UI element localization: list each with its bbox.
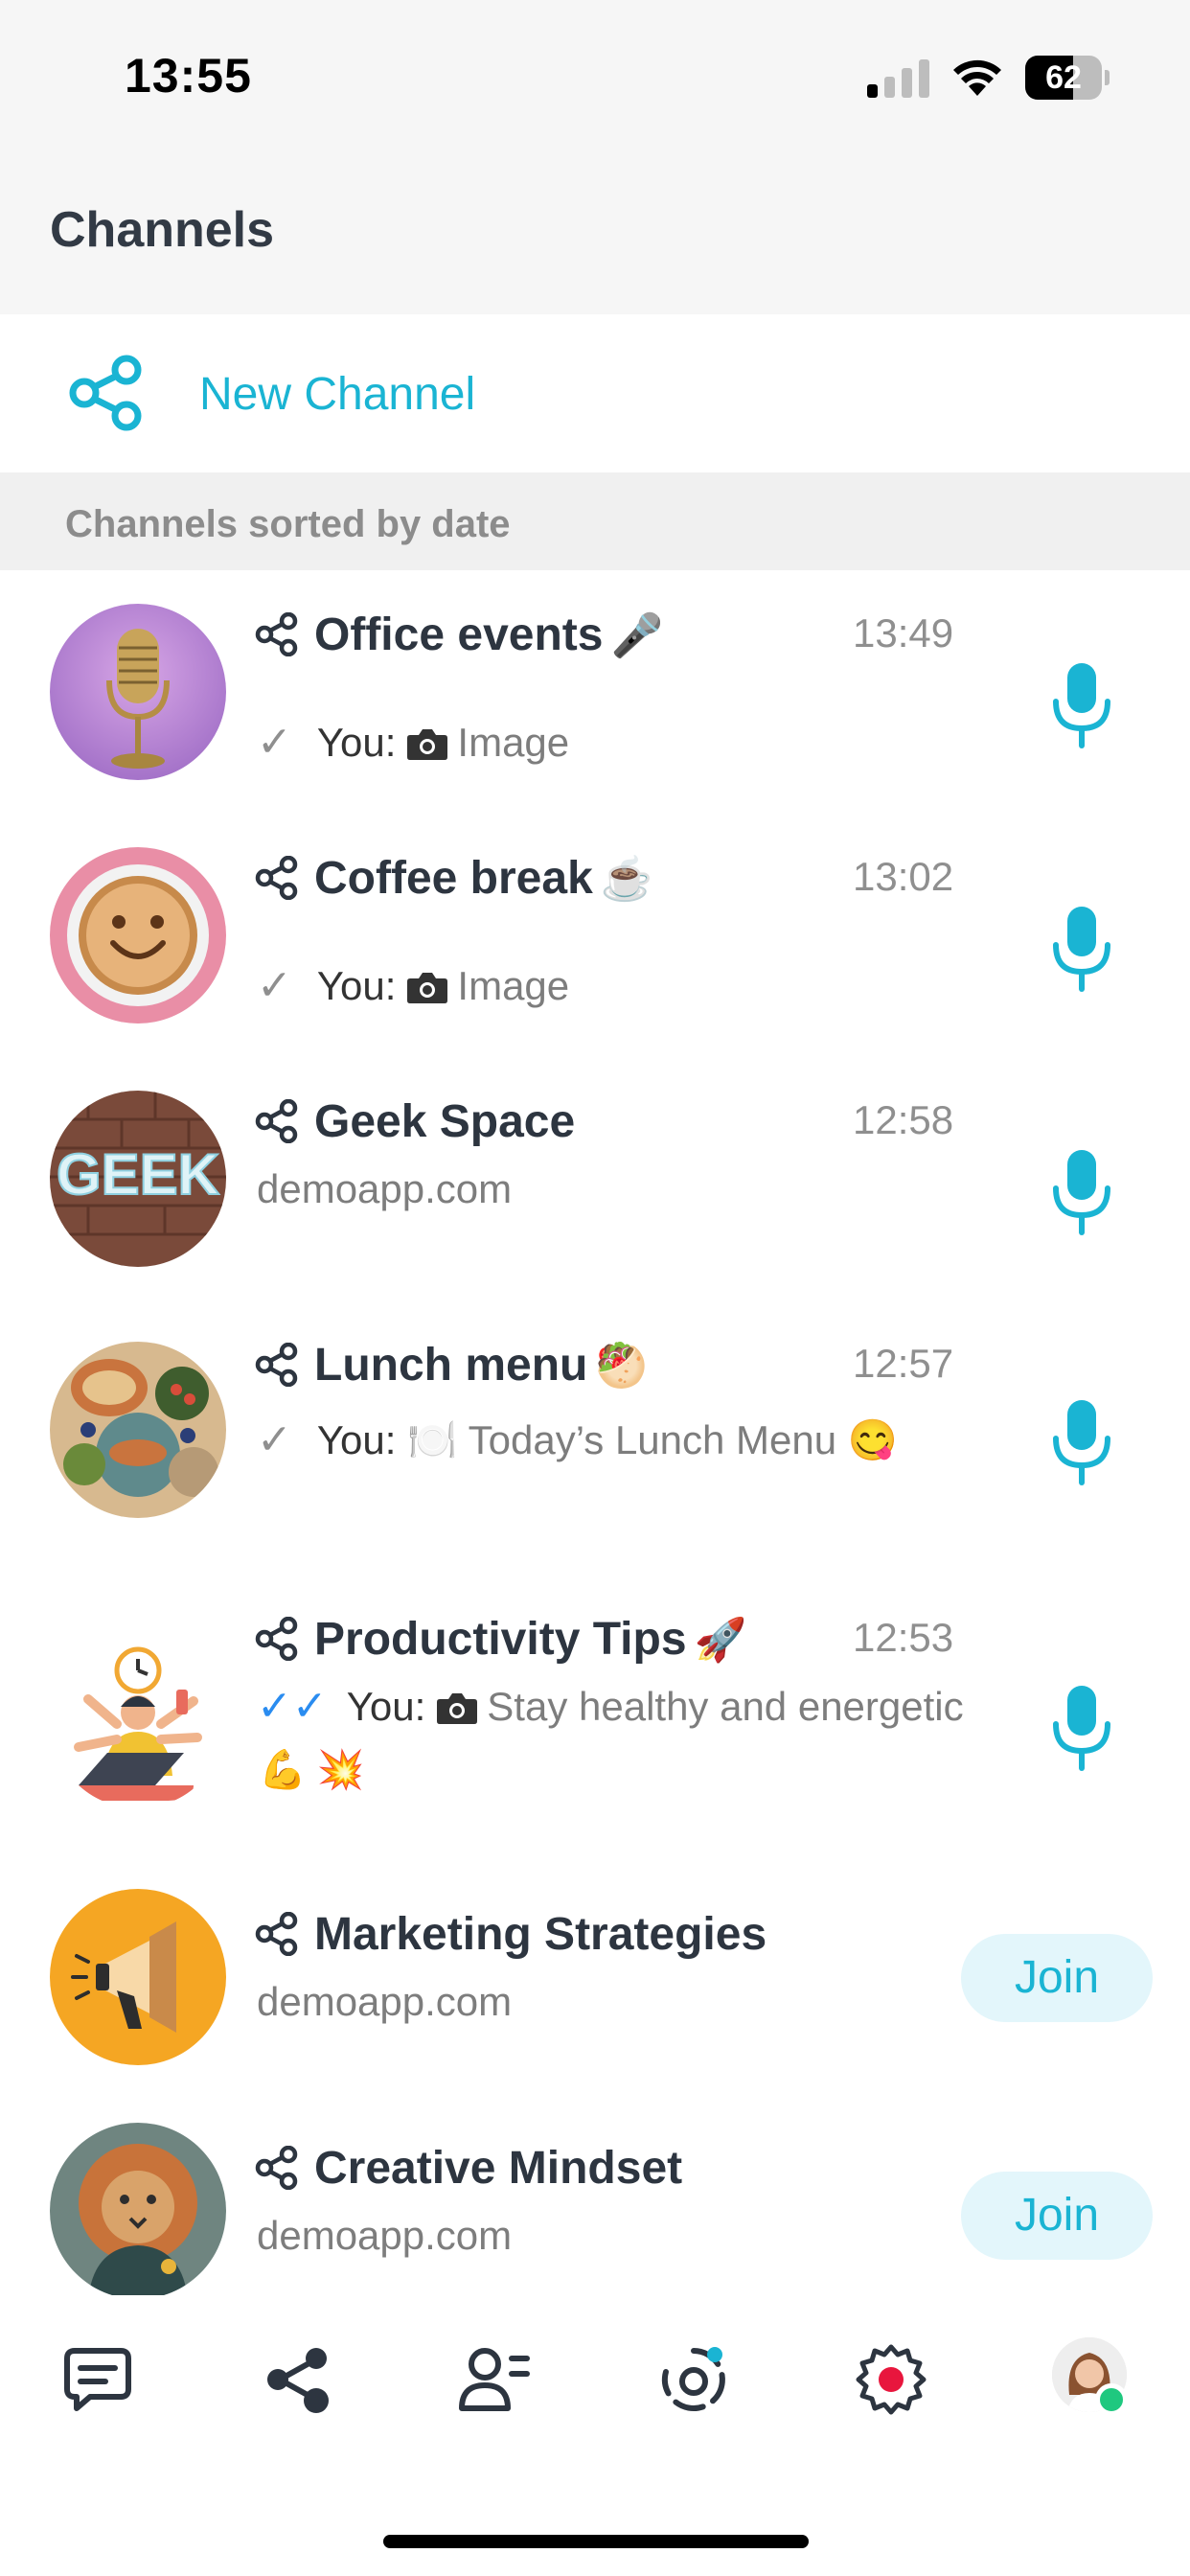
message-preview: Image bbox=[457, 720, 570, 765]
settings-icon bbox=[856, 2344, 927, 2415]
channel-share-icon bbox=[255, 2146, 298, 2190]
mic-icon[interactable] bbox=[1048, 1396, 1115, 1488]
channel-name: Creative Mindset bbox=[314, 2143, 683, 2194]
channel-subtitle: demoapp.com bbox=[257, 1166, 513, 1211]
share-icon bbox=[69, 355, 142, 431]
sender-label: You: bbox=[316, 963, 397, 1008]
svg-text:GEEK: GEEK bbox=[57, 1142, 219, 1207]
channel-name: Productivity Tips 🚀 bbox=[314, 1614, 747, 1665]
camera-icon bbox=[437, 1693, 478, 1724]
sent-check-icon: ✓ bbox=[257, 962, 292, 1009]
channel-avatar bbox=[50, 604, 226, 780]
channel-last-message: ✓ You: Image bbox=[257, 961, 569, 1010]
channel-avatar bbox=[50, 1889, 226, 2065]
sender-label: You: bbox=[316, 1417, 397, 1462]
mic-icon[interactable] bbox=[1048, 1146, 1115, 1238]
channel-last-message: ✓ You: 🍽️ Today’s Lunch Menu 😋 bbox=[257, 1415, 898, 1464]
mic-icon[interactable] bbox=[1048, 1682, 1115, 1774]
message-preview: 🍽️ Today’s Lunch Menu 😋 bbox=[407, 1417, 899, 1462]
cellular-signal-icon bbox=[867, 59, 929, 98]
channel-share-icon bbox=[255, 856, 298, 900]
tab-contacts[interactable] bbox=[446, 2332, 542, 2427]
channel-avatar bbox=[50, 1342, 226, 1518]
chats-icon bbox=[64, 2348, 131, 2411]
channel-time: 13:49 bbox=[853, 610, 954, 656]
sender-label: You: bbox=[316, 720, 397, 765]
new-channel-label: New Channel bbox=[199, 369, 476, 420]
channel-avatar bbox=[50, 847, 226, 1024]
stories-icon bbox=[661, 2347, 725, 2411]
mic-icon[interactable] bbox=[1048, 903, 1115, 995]
channel-emoji: 🚀 bbox=[694, 1617, 747, 1664]
tab-chats[interactable] bbox=[50, 2332, 146, 2427]
channel-name: Marketing Strategies bbox=[314, 1909, 767, 1960]
camera-icon bbox=[407, 973, 448, 1003]
tab-stories[interactable] bbox=[646, 2332, 742, 2427]
wifi-icon bbox=[953, 59, 1001, 96]
channel-time: 12:57 bbox=[853, 1341, 954, 1386]
section-label: Channels sorted by date bbox=[65, 503, 511, 545]
tab-bar bbox=[0, 2295, 1190, 2576]
channels-screen: 13:55 62 Channels New Channel Channels s… bbox=[0, 0, 1190, 2576]
channel-row-creative-mindset[interactable]: Creative Mindset demoapp.com Join bbox=[0, 2100, 1190, 2295]
sent-check-icon: ✓ bbox=[257, 719, 292, 766]
channel-share-icon bbox=[255, 1343, 298, 1387]
channel-list: Office events 🎤 13:49 ✓ You: Image Coffe… bbox=[0, 570, 1190, 2295]
channels-icon bbox=[267, 2348, 329, 2413]
message-preview-continued: 💪 💥 bbox=[259, 1749, 365, 1791]
read-double-check-icon: ✓✓ bbox=[257, 1683, 328, 1730]
channel-share-icon bbox=[255, 1617, 298, 1661]
page-header: Channels bbox=[0, 153, 1190, 314]
mic-icon[interactable] bbox=[1048, 659, 1115, 751]
online-status-dot bbox=[1095, 2383, 1128, 2416]
camera-icon bbox=[407, 729, 448, 760]
channel-avatar: GEEK bbox=[50, 1091, 226, 1267]
contacts-icon bbox=[459, 2348, 530, 2411]
channel-name: Coffee break ☕ bbox=[314, 853, 653, 904]
tab-settings[interactable] bbox=[843, 2332, 939, 2427]
battery-indicator: 62 bbox=[1025, 56, 1110, 100]
channel-time: 12:53 bbox=[853, 1615, 954, 1660]
channel-time: 13:02 bbox=[853, 854, 954, 899]
channel-row-coffee-break[interactable]: Coffee break ☕ 13:02 ✓ You: Image bbox=[0, 814, 1190, 1057]
status-time: 13:55 bbox=[125, 49, 252, 103]
channel-subtitle: demoapp.com bbox=[257, 2213, 513, 2258]
page-title: Channels bbox=[50, 202, 275, 258]
message-preview: Image bbox=[457, 963, 570, 1008]
channel-row-lunch-menu[interactable]: Lunch menu 🥙 12:57 ✓ You: 🍽️ Today’s Lunch … bbox=[0, 1300, 1190, 1575]
channel-emoji: 🥙 bbox=[595, 1343, 649, 1390]
channel-emoji: ☕ bbox=[600, 856, 653, 903]
sent-check-icon: ✓ bbox=[257, 1416, 292, 1463]
channel-name: Geek Space bbox=[314, 1096, 576, 1147]
channel-avatar bbox=[50, 1632, 226, 1808]
battery-cap bbox=[1105, 70, 1110, 85]
channel-share-icon bbox=[255, 612, 298, 656]
message-preview: Stay healthy and energetic bbox=[487, 1684, 964, 1729]
sender-label: You: bbox=[346, 1684, 426, 1729]
channel-row-geek-space[interactable]: GEEK Geek Space 12:58 demoapp.com bbox=[0, 1057, 1190, 1300]
channel-row-productivity-tips[interactable]: Productivity Tips 🚀 12:53 ✓✓ You: Stay heal… bbox=[0, 1575, 1190, 1862]
section-header: Channels sorted by date bbox=[0, 472, 1190, 570]
channel-row-office-events[interactable]: Office events 🎤 13:49 ✓ You: Image bbox=[0, 570, 1190, 814]
new-channel-button[interactable]: New Channel bbox=[0, 314, 1190, 472]
status-bar: 13:55 62 bbox=[0, 0, 1190, 153]
battery-level: 62 bbox=[1045, 59, 1082, 96]
channel-name: Lunch menu 🥙 bbox=[314, 1340, 649, 1391]
channel-last-message: ✓ You: Image bbox=[257, 718, 569, 767]
channel-share-icon bbox=[255, 1912, 298, 1956]
home-indicator bbox=[383, 2535, 809, 2548]
channel-share-icon bbox=[255, 1099, 298, 1143]
channel-last-message: ✓✓ You: Stay healthy and energetic bbox=[257, 1682, 964, 1731]
channel-avatar bbox=[50, 2123, 226, 2295]
channel-name: Office events 🎤 bbox=[314, 610, 664, 660]
tab-channels[interactable] bbox=[251, 2332, 347, 2427]
battery-body: 62 bbox=[1025, 56, 1102, 100]
join-button[interactable]: Join bbox=[961, 2172, 1153, 2260]
channel-time: 12:58 bbox=[853, 1097, 954, 1142]
channel-subtitle: demoapp.com bbox=[257, 1979, 513, 2024]
channel-row-marketing-strategies[interactable]: Marketing Strategies demoapp.com Join bbox=[0, 1862, 1190, 2100]
channel-emoji: 🎤 bbox=[610, 612, 664, 659]
join-button[interactable]: Join bbox=[961, 1934, 1153, 2022]
